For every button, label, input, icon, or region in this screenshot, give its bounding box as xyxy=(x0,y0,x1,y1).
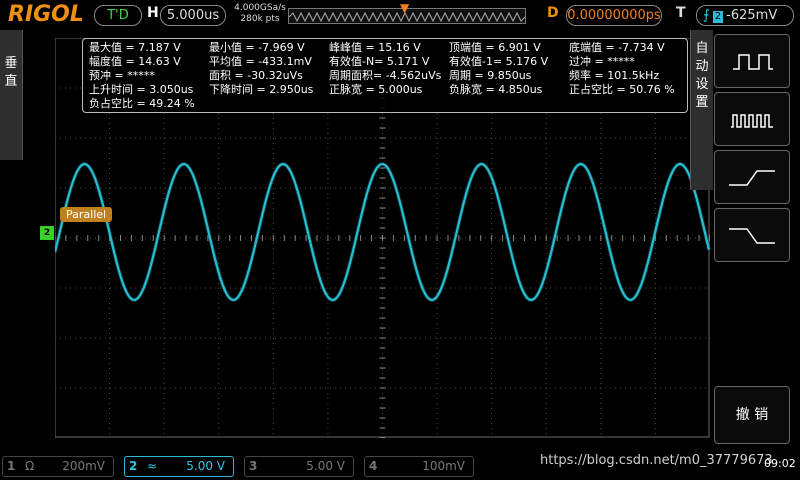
cancel-button[interactable]: 撤 销 xyxy=(714,386,790,444)
measurement-item: 最大值 = 7.187 V xyxy=(89,41,181,54)
sample-rate: 4.000GSa/s xyxy=(234,3,286,13)
memory-depth: 280k pts xyxy=(240,14,280,24)
measurement-item: 过冲 = ***** xyxy=(569,55,635,68)
trigger-level: -625mV xyxy=(726,8,778,23)
channel-2-offset-marker[interactable]: 2 xyxy=(40,226,54,240)
measurement-item: 上升时间 = 3.050us xyxy=(89,83,194,96)
delay-readout[interactable]: 0.00000000ps xyxy=(566,5,662,26)
timebase-readout[interactable]: 5.000us xyxy=(160,5,226,26)
trigger-label: T xyxy=(676,5,686,21)
measurement-item: 下降时间 = 2.950us xyxy=(209,83,314,96)
trigger-status-badge: T'D xyxy=(94,5,142,26)
multi-period-button[interactable] xyxy=(714,92,790,146)
trigger-position-marker-icon[interactable]: ▼ xyxy=(400,1,409,15)
measurement-item: 周期 = 9.850us xyxy=(449,69,532,82)
measurement-item: 平均值 = -433.1mV xyxy=(209,55,312,68)
top-status-bar: RIGOL T'D H 5.000us 4.000GSa/s 280k pts … xyxy=(0,0,800,30)
rising-edge-trigger-icon: ⨍ xyxy=(703,8,710,23)
fall-time-button[interactable] xyxy=(714,208,790,262)
parallel-decoder-tag[interactable]: Parallel xyxy=(60,207,113,222)
measurement-item: 有效值-1= 5.176 V xyxy=(449,55,549,68)
sample-rate-readout: 4.000GSa/s 280k pts xyxy=(230,3,290,25)
channel-1-tab[interactable]: 1 Ω 200mV xyxy=(2,456,114,477)
watermark: https://blog.csdn.net/m0_37779673 xyxy=(540,453,773,468)
rigol-logo: RIGOL xyxy=(8,2,84,27)
impedance-icon: Ω xyxy=(25,459,35,473)
delay-label: D xyxy=(547,5,559,21)
measurement-item: 峰峰值 = 15.16 V xyxy=(329,41,421,54)
clock: 09:02 xyxy=(764,457,796,470)
channel-2-tab[interactable]: 2 ≈5.00 V xyxy=(124,456,234,477)
rising-edge-icon xyxy=(729,170,775,186)
channel-2-waveform xyxy=(55,162,710,302)
measurement-item: 底端值 = -7.734 V xyxy=(569,41,665,54)
measurement-item: 面积 = -30.32uVs xyxy=(209,69,303,82)
square-wave-icon xyxy=(733,54,773,70)
auto-setup-tab[interactable]: 自动设置 xyxy=(690,30,713,190)
rise-time-button[interactable] xyxy=(714,150,790,204)
measurement-item: 正脉宽 = 5.000us xyxy=(329,83,423,96)
channel-4-tab[interactable]: 4 100mV xyxy=(364,456,474,477)
falling-edge-icon xyxy=(729,228,775,244)
measurement-item: 预冲 = ***** xyxy=(89,69,155,82)
vertical-menu-tab[interactable]: 垂直 xyxy=(0,30,23,160)
measurement-item: 顶端值 = 6.901 V xyxy=(449,41,541,54)
measurement-item: 有效值-N= 5.171 V xyxy=(329,55,430,68)
trigger-channel-badge: 2 xyxy=(712,11,724,23)
channel-3-tab[interactable]: 3 5.00 V xyxy=(244,456,354,477)
measurement-item: 正占空比 = 50.76 % xyxy=(569,83,675,96)
measurement-item: 负占空比 = 49.24 % xyxy=(89,97,195,110)
measurement-item: 周期面积= -4.562uVs xyxy=(329,69,442,82)
bandwidth-limit-icon: ≈ xyxy=(147,459,158,473)
measurement-item: 负脉宽 = 4.850us xyxy=(449,83,543,96)
auto-setup-menu: 自动设置 撤 销 xyxy=(690,30,800,450)
single-period-button[interactable] xyxy=(714,34,790,88)
measurement-item: 最小值 = -7.969 V xyxy=(209,41,305,54)
horizontal-label: H xyxy=(147,5,159,21)
measurement-item: 频率 = 101.5kHz xyxy=(569,69,660,82)
channel-2-waveform-persistence xyxy=(55,161,710,303)
pulse-train-icon xyxy=(731,114,773,128)
trigger-readout[interactable]: ⨍ 2 -625mV xyxy=(696,5,794,26)
measurement-panel: 最大值 = 7.187 V 最小值 = -7.969 V 峰峰值 = 15.16 V… xyxy=(82,38,688,113)
auto-setup-tab-label: 自动设置 xyxy=(695,41,709,110)
vertical-tab-label: 垂直 xyxy=(4,56,18,89)
measurement-item: 幅度值 = 14.63 V xyxy=(89,55,181,68)
